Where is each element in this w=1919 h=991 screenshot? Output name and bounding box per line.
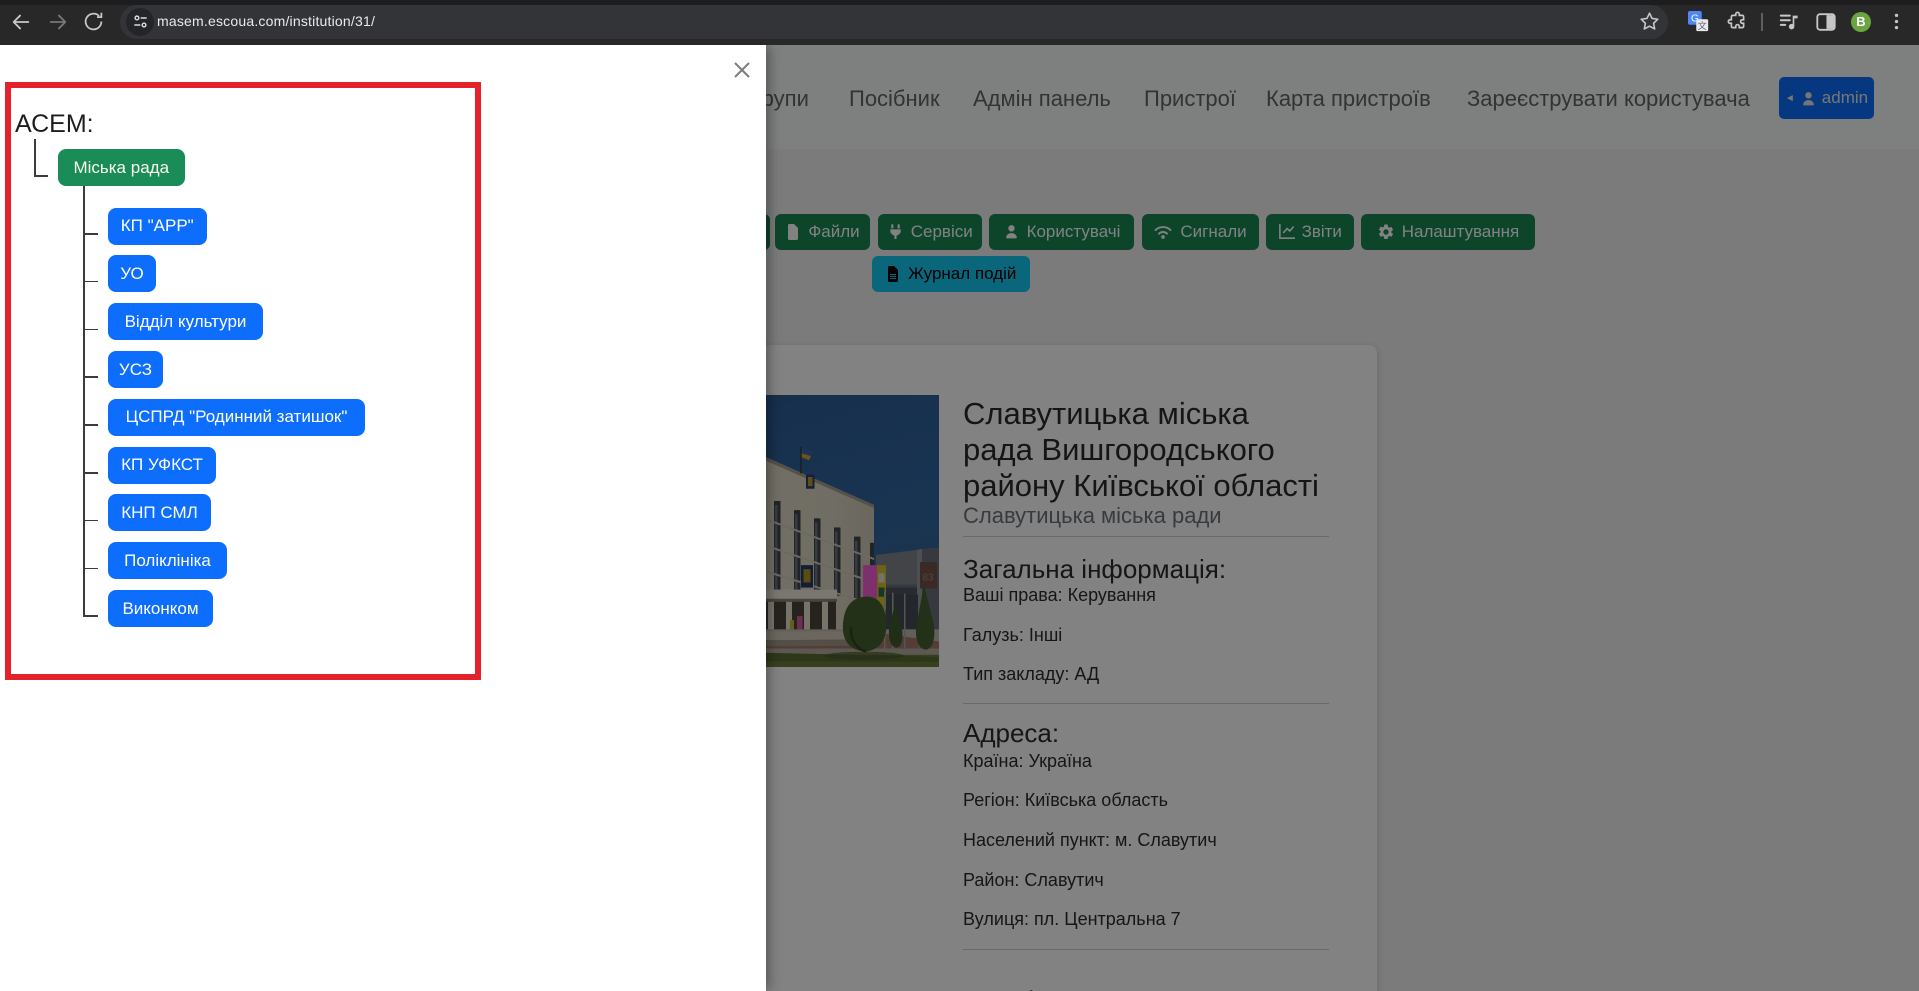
svg-text:文: 文 bbox=[1698, 20, 1707, 31]
